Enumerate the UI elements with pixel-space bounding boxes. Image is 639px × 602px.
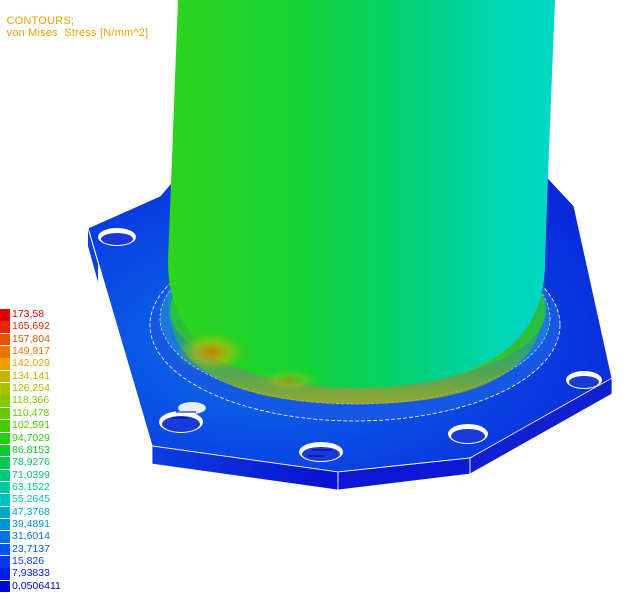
legend-value: 149,917 bbox=[12, 345, 50, 358]
legend-value: 63,1522 bbox=[12, 480, 50, 493]
legend-swatch bbox=[0, 321, 10, 333]
legend-value: 165,692 bbox=[12, 320, 50, 333]
legend-value: 7,93833 bbox=[12, 567, 50, 580]
bolt-hole bbox=[159, 411, 203, 433]
legend-value: 134,141 bbox=[12, 369, 50, 382]
legend-swatch bbox=[0, 420, 10, 432]
legend-swatch bbox=[0, 531, 10, 543]
legend-swatch bbox=[0, 543, 10, 556]
legend-swatch bbox=[0, 407, 10, 420]
legend-value: 47,3768 bbox=[12, 505, 50, 518]
contour-title: CONTOURS; von Mises Stress [N/mm^2] bbox=[0, 3, 149, 39]
legend-swatch bbox=[0, 457, 10, 469]
legend-swatch bbox=[0, 568, 10, 580]
stress-hot-spot bbox=[174, 330, 250, 374]
legend-swatch bbox=[0, 383, 10, 395]
legend-swatch bbox=[0, 309, 10, 321]
legend-swatch bbox=[0, 395, 10, 407]
legend-value: 15,826 bbox=[12, 555, 45, 567]
legend-swatch bbox=[0, 346, 10, 358]
legend-swatch bbox=[0, 469, 10, 482]
result-label: von Mises Stress [N/mm^2] bbox=[6, 27, 149, 39]
legend-value: 39,4891 bbox=[12, 517, 50, 530]
column-cylinder bbox=[168, 0, 555, 388]
stress-legend: 173,58 165,692 157,804 149,917 142,029 134,14… bbox=[0, 308, 110, 597]
legend-value: 157,804 bbox=[12, 332, 50, 345]
bolt-hole bbox=[448, 424, 488, 444]
legend-swatch bbox=[0, 444, 10, 457]
bolt-hole bbox=[299, 442, 343, 462]
legend-swatch bbox=[0, 358, 10, 370]
legend-value: 0,0506411 bbox=[12, 579, 61, 592]
stress-hot-spot bbox=[256, 368, 324, 392]
legend-value: 94,7029 bbox=[12, 431, 50, 444]
legend-value: 31,6014 bbox=[12, 530, 50, 543]
legend-value: 173,58 bbox=[12, 308, 45, 320]
legend-swatch bbox=[0, 556, 10, 568]
legend-value: 23,7137 bbox=[12, 542, 50, 555]
legend-swatch bbox=[0, 580, 10, 593]
legend-swatch bbox=[0, 333, 10, 346]
legend-value: 78,9276 bbox=[12, 456, 50, 469]
legend-swatch bbox=[0, 518, 10, 531]
legend-value: 86,8153 bbox=[12, 443, 50, 456]
legend-swatch bbox=[0, 494, 10, 506]
legend-value: 55,2645 bbox=[12, 493, 50, 506]
legend-swatch bbox=[0, 432, 10, 444]
legend-swatch bbox=[0, 481, 10, 494]
contour-label: CONTOURS; bbox=[6, 15, 75, 27]
legend-swatch bbox=[0, 506, 10, 519]
legend-swatch bbox=[0, 370, 10, 383]
bolt-hole bbox=[98, 228, 136, 246]
legend-value: 126,254 bbox=[12, 382, 50, 395]
legend-value: 102,591 bbox=[12, 419, 50, 432]
legend-value: 110,478 bbox=[12, 406, 50, 419]
legend-value: 142,029 bbox=[12, 357, 50, 370]
legend-value: 71,0399 bbox=[12, 468, 50, 481]
legend-value: 118,366 bbox=[12, 394, 50, 407]
bolt-hole bbox=[566, 371, 602, 389]
